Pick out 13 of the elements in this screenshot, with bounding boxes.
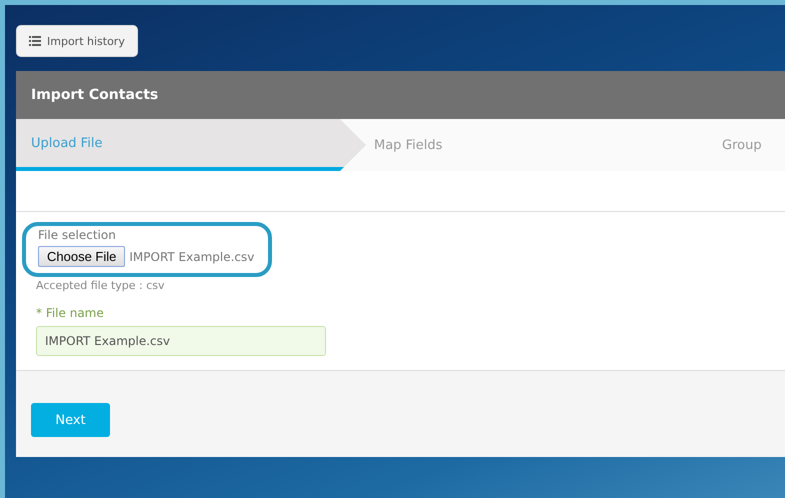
wizard-step[interactable]: Upload File xyxy=(16,119,366,171)
next-button[interactable]: Next xyxy=(31,403,110,437)
wizard-step[interactable]: Group xyxy=(682,119,785,171)
import-history-button[interactable]: Import history xyxy=(16,25,138,57)
panel-header: Import Contacts xyxy=(16,71,785,119)
choose-file-button[interactable]: Choose File xyxy=(38,246,126,267)
field-label: File selection xyxy=(38,228,117,242)
chosen-file-name: IMPORT Example.csv xyxy=(129,250,254,264)
field-label: * File name xyxy=(36,306,105,320)
hint-text: Accepted file type : csv xyxy=(36,279,166,292)
list-icon xyxy=(29,36,41,46)
file-name-field[interactable]: IMPORT Example.csv xyxy=(36,326,326,356)
wizard-step[interactable]: Map Fields xyxy=(366,119,682,171)
